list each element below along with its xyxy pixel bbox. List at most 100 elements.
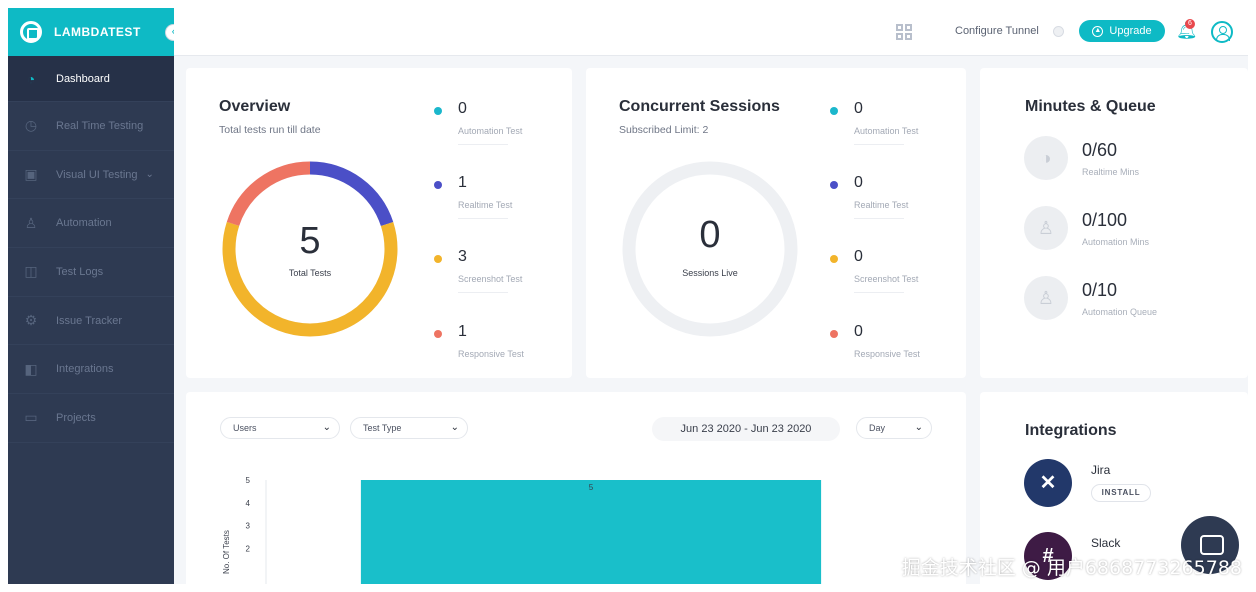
- sidebar-item-label: Real Time Testing: [56, 119, 144, 132]
- folder-icon: ▭: [24, 409, 38, 426]
- app-frame: LAMBDATEST ‹ ◔ Dashboard ◷ Real Time Tes…: [8, 8, 1248, 584]
- stat-screenshot-test: 0 Screenshot Test: [830, 248, 940, 308]
- plug-icon: ◧: [24, 360, 38, 377]
- gauge-icon: ◔: [26, 70, 36, 87]
- y-tick-label: 2: [246, 544, 251, 553]
- sidebar-item-test-logs[interactable]: ◫ Test Logs: [8, 248, 174, 297]
- bar-0[interactable]: [360, 480, 822, 584]
- concurrent-subtitle: Subscribed Limit: 2: [619, 124, 709, 136]
- chevron-down-icon: ⌄: [914, 422, 923, 433]
- concurrent-sessions-card: Concurrent Sessions Subscribed Limit: 2 …: [586, 68, 966, 378]
- interval-select-value: Day: [869, 423, 886, 433]
- sidebar-item-label: Integrations: [56, 363, 114, 376]
- user-avatar-icon[interactable]: [1211, 21, 1233, 43]
- sidebar-item-label: Test Logs: [56, 265, 104, 278]
- stat-label: Screenshot Test: [458, 274, 523, 284]
- stat-label: Automation Test: [458, 126, 523, 136]
- queue-icon: ♙: [1024, 276, 1068, 320]
- chevron-down-icon: ⌄: [450, 422, 459, 433]
- robot-icon: ♙: [1024, 206, 1068, 250]
- test-type-select[interactable]: Test Type ⌄: [350, 417, 468, 439]
- date-range-picker[interactable]: Jun 23 2020 - Jun 23 2020: [652, 417, 840, 441]
- watermark-text: 掘金技术社区 @ 用户6868773265788: [901, 557, 1242, 579]
- interval-select[interactable]: Day ⌄: [856, 417, 932, 439]
- legend-dot: [830, 255, 838, 263]
- stat-automation-test: 0 Automation Test: [434, 100, 544, 160]
- mq-value: 0/60: [1082, 140, 1118, 160]
- integrations-title: Integrations: [1025, 422, 1117, 439]
- y-tick-label: 5: [246, 476, 251, 485]
- sidebar: LAMBDATEST ‹ ◔ Dashboard ◷ Real Time Tes…: [8, 8, 182, 584]
- stat-value: 0: [854, 100, 863, 117]
- integration-name-jira: Jira: [1091, 463, 1111, 477]
- stat-value: 3: [458, 248, 467, 265]
- stat-automation-test: 0 Automation Test: [830, 100, 940, 160]
- sidebar-item-label: Issue Tracker: [56, 314, 123, 327]
- sidebar-item-automation[interactable]: ♙ Automation: [8, 199, 174, 249]
- configure-tunnel-link[interactable]: Configure Tunnel: [955, 25, 1039, 37]
- divider: [458, 292, 508, 293]
- sidebar-item-visual-ui-testing[interactable]: ▣ Visual UI Testing ⌄: [8, 151, 174, 200]
- users-select-value: Users: [233, 423, 257, 433]
- brand-bar[interactable]: LAMBDATEST ‹: [8, 8, 182, 56]
- upgrade-label: Upgrade: [1109, 25, 1152, 37]
- stat-realtime-test: 1 Realtime Test: [434, 174, 544, 234]
- legend-dot: [830, 181, 838, 189]
- automation-mins-item: ♙ 0/100 Automation Mins: [1024, 206, 1204, 256]
- cube-icon: ◫: [24, 263, 38, 280]
- legend-dot: [434, 107, 442, 115]
- stat-label: Responsive Test: [854, 349, 920, 359]
- sidebar-item-integrations[interactable]: ◧ Integrations: [8, 345, 174, 395]
- stat-value: 1: [458, 174, 467, 191]
- bar-data-label: 5: [589, 483, 594, 492]
- y-tick-label: 4: [246, 499, 251, 508]
- legend-dot: [830, 330, 838, 338]
- stat-value: 0: [458, 100, 467, 117]
- mq-value: 0/10: [1082, 280, 1118, 300]
- mq-value: 0/100: [1082, 210, 1128, 230]
- divider: [854, 144, 904, 145]
- y-axis-label: No. Of Tests: [222, 530, 231, 574]
- users-select[interactable]: Users ⌄: [220, 417, 340, 439]
- overview-total-value: 5: [299, 220, 321, 262]
- legend-dot: [434, 181, 442, 189]
- stat-responsive-test: 1 Responsive Test: [434, 323, 544, 383]
- mq-label: Automation Queue: [1082, 307, 1158, 317]
- arrow-up-icon: ▲: [1092, 25, 1104, 37]
- stat-value: 0: [854, 174, 863, 191]
- jira-install-button[interactable]: INSTALL: [1091, 484, 1151, 502]
- brand-name: LAMBDATEST: [54, 25, 141, 39]
- topbar: Configure Tunnel ▲ Upgrade 🔔︎ 6: [174, 8, 1248, 56]
- upgrade-button[interactable]: ▲ Upgrade: [1079, 20, 1165, 42]
- divider: [458, 218, 508, 219]
- mq-label: Automation Mins: [1082, 237, 1150, 247]
- sidebar-item-label: Automation: [56, 217, 112, 230]
- tests-bar-chart: No. Of Tests 5 4 3 2 5: [222, 476, 822, 584]
- stat-realtime-test: 0 Realtime Test: [830, 174, 940, 234]
- sidebar-item-issue-tracker[interactable]: ⚙ Issue Tracker: [8, 297, 174, 346]
- chevron-down-icon: ⌄: [145, 169, 154, 181]
- realtime-mins-item: ◑ 0/60 Realtime Mins: [1024, 136, 1204, 186]
- legend-dot: [434, 255, 442, 263]
- tests-chart-card: Users ⌄ Test Type ⌄ Jun 23 2020 - Jun 23…: [186, 392, 966, 584]
- stat-value: 0: [854, 248, 863, 265]
- robot-icon: ♙: [24, 214, 38, 231]
- bug-icon: ⚙: [24, 312, 38, 329]
- divider: [854, 218, 904, 219]
- sidebar-item-projects[interactable]: ▭ Projects: [8, 394, 174, 443]
- y-tick-label: 3: [246, 522, 251, 531]
- lambdatest-logo-icon: [20, 21, 42, 43]
- stat-label: Screenshot Test: [854, 274, 919, 284]
- stat-label: Realtime Test: [458, 200, 513, 210]
- stat-responsive-test: 0 Responsive Test: [830, 323, 940, 383]
- jira-logo-icon: ✕: [1024, 459, 1072, 507]
- notification-badge: 6: [1185, 19, 1195, 29]
- sessions-total-label: Sessions Live: [682, 268, 738, 278]
- sessions-total-value: 0: [699, 214, 721, 256]
- sidebar-item-label: Visual UI Testing: [56, 168, 138, 181]
- stat-value: 1: [458, 323, 467, 340]
- grid-icon[interactable]: [896, 24, 912, 40]
- sidebar-item-dashboard[interactable]: ◔ Dashboard: [8, 56, 174, 102]
- clock-icon: ◷: [24, 117, 38, 134]
- sidebar-item-real-time-testing[interactable]: ◷ Real Time Testing: [8, 102, 174, 151]
